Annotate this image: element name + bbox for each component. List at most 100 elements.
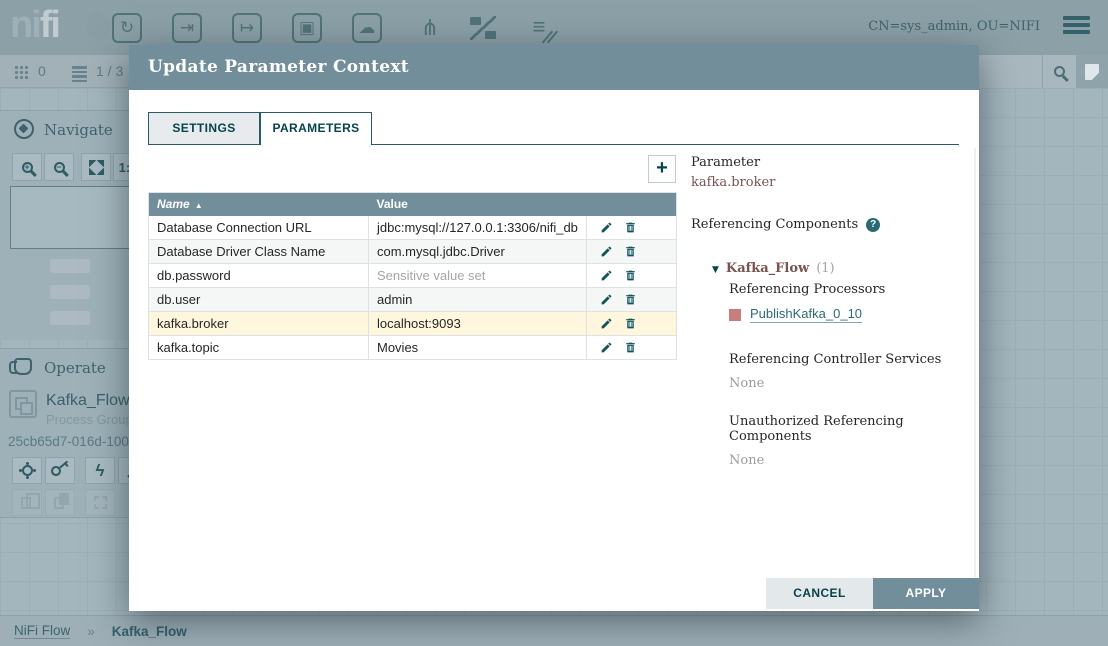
search-button[interactable] [1042,55,1076,88]
param-name: db.password [149,264,369,288]
tab-parameters[interactable]: PARAMETERS [260,112,372,145]
parameters-table: Name▲ Value Database Connection URL jdbc… [148,192,677,360]
table-row[interactable]: kafka.topic Movies [149,336,677,360]
operate-component-id: 25cb65d7-016d-1000- [8,434,141,449]
edit-icon[interactable] [600,341,613,354]
group-button[interactable] [85,489,115,516]
global-menu-icon[interactable] [1063,16,1090,37]
param-value: localhost:9093 [369,312,587,336]
collapse-caret-icon[interactable]: ▼ [712,265,719,275]
active-threads-count: 0 [38,63,46,79]
table-row[interactable]: db.password Sensitive value set [149,264,677,288]
paste-button[interactable] [45,489,75,516]
breadcrumb-separator: » [87,624,95,639]
process-group-icon[interactable]: ▣ [292,13,322,43]
group-icon [94,496,107,509]
dialog-tabs: SETTINGS PARAMETERS [148,112,959,145]
delete-icon[interactable] [624,245,637,258]
table-row[interactable]: Database Connection URL jdbc:mysql://127… [149,216,677,240]
unauthorized-referencing-label: Unauthorized Referencing Components [729,414,966,444]
delete-icon[interactable] [624,269,637,282]
controller-services-none: None [729,376,966,391]
delete-icon[interactable] [624,221,637,234]
param-value: com.mysql.jdbc.Driver [369,240,587,264]
minimap-block [50,285,90,299]
tab-settings[interactable]: SETTINGS [148,112,260,145]
configure-button[interactable] [12,457,42,484]
param-name: db.user [149,288,369,312]
logo-text-2: fi [40,4,59,46]
delete-icon[interactable] [624,317,637,330]
sort-asc-icon: ▲ [195,201,203,210]
paste-icon [54,497,64,509]
processor-link[interactable]: PublishKafka_0_10 [750,306,862,323]
navigate-title: Navigate [44,121,113,139]
help-icon[interactable]: ? [866,218,880,232]
apply-button[interactable]: APPLY [873,578,979,609]
current-user: CN=sys_admin, OU=NIFI [868,19,1040,34]
process-group-tree-item[interactable]: ▼ Kafka_Flow (1) [712,261,966,276]
edit-icon[interactable] [600,293,613,306]
zoom-out-icon: − [54,162,65,173]
active-threads-icon [14,65,29,80]
table-row[interactable]: Database Driver Class Name com.mysql.jdb… [149,240,677,264]
column-header-name[interactable]: Name▲ [149,193,369,216]
referencing-components-label: Referencing Components ? [691,217,966,232]
add-parameter-button[interactable]: + [648,155,676,183]
input-port-icon[interactable]: ⇥ [172,13,202,43]
template-icon[interactable] [470,16,496,40]
access-policies-button[interactable] [45,457,75,484]
logo-text: ni [10,4,40,46]
param-name: Database Driver Class Name [149,240,369,264]
processor-icon[interactable]: ↻ [112,13,142,43]
sticky-note-icon [1085,64,1099,80]
remote-process-group-icon[interactable]: ☁ [352,13,382,43]
zoom-fit-button[interactable] [81,153,111,181]
queued-icon [72,66,87,84]
sticky-note-button[interactable] [1076,55,1108,88]
param-name: Database Connection URL [149,216,369,240]
zoom-in-button[interactable]: + [12,153,42,181]
column-header-value[interactable]: Value [369,193,587,216]
edit-icon[interactable] [600,269,613,282]
fit-icon [89,160,104,175]
unauthorized-none: None [729,453,966,468]
cancel-button[interactable]: CANCEL [766,578,873,609]
compass-icon [14,119,34,139]
edit-icon[interactable] [600,245,613,258]
dialog-title: Update Parameter Context [129,45,979,90]
zoom-out-button[interactable]: − [44,153,74,181]
breadcrumb-current[interactable]: Kafka_Flow [112,624,187,639]
label-icon[interactable]: ≡ [524,13,554,43]
edit-icon[interactable] [600,221,613,234]
parameter-name: kafka.broker [691,175,966,190]
referencing-processor-item: PublishKafka_0_10 [729,306,966,323]
table-row[interactable]: db.user admin [149,288,677,312]
minimap-block [50,259,90,273]
nifi-app: nifi ↻ ⇥ ↦ ▣ ☁ ⋔ ≡ CN=sys_admin, OU=NIFI… [0,0,1108,646]
dialog-buttons: CANCEL APPLY [766,578,979,609]
funnel-icon[interactable]: ⋔ [414,13,446,43]
edit-icon[interactable] [600,317,613,330]
nifi-droplet-icon [81,9,116,44]
start-button[interactable]: ϟ [85,457,115,484]
update-parameter-context-dialog: Update Parameter Context SETTINGS PARAME… [129,45,979,611]
parameter-label: Parameter [691,155,966,170]
hand-icon [14,358,32,375]
delete-icon[interactable] [624,341,637,354]
referencing-components-tree: ▼ Kafka_Flow (1) Referencing Processors … [691,261,966,468]
search-icon [1054,66,1065,77]
dialog-scrollbar[interactable] [974,148,976,603]
output-port-icon[interactable]: ↦ [232,13,262,43]
delete-icon[interactable] [624,293,637,306]
copy-icon [21,497,31,509]
nifi-logo: nifi [10,4,59,47]
gear-icon [22,465,33,476]
queued-count: 1 / 3 [96,63,123,79]
table-row-selected[interactable]: kafka.broker localhost:9093 [149,312,677,336]
breadcrumb-root-link[interactable]: NiFi Flow [14,623,70,639]
param-name: kafka.topic [149,336,369,360]
key-icon [49,463,63,477]
copy-button[interactable] [12,489,42,516]
referencing-components-text: Referencing Components [691,217,858,232]
